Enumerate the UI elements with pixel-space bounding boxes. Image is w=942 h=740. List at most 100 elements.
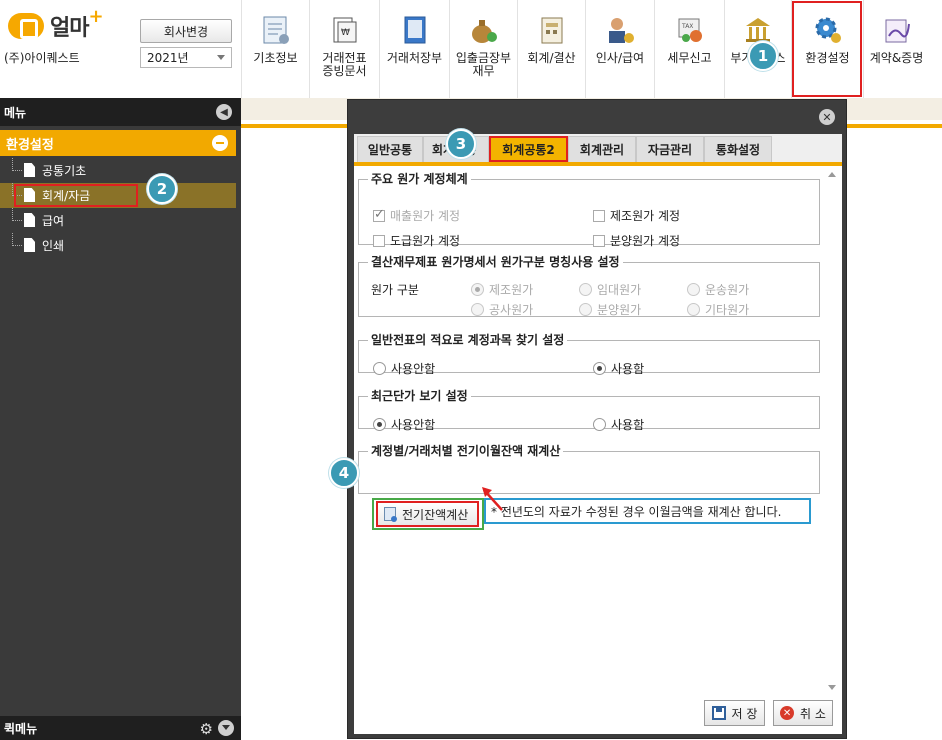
top-menu-label: 기초정보 — [253, 51, 298, 65]
tree-line — [12, 233, 22, 246]
tree-line — [12, 158, 22, 171]
basic-info-icon — [263, 16, 289, 44]
scroll-up-icon[interactable] — [828, 172, 836, 177]
tab-accounting-management[interactable]: 회계관리 — [568, 136, 636, 162]
tab-fund-management[interactable]: 자금관리 — [636, 136, 704, 162]
radio-circle — [579, 303, 592, 316]
sidebar-item-payroll[interactable]: 급여 — [0, 208, 236, 233]
save-button[interactable]: 저 장 — [704, 700, 765, 726]
top-menu-basic-info[interactable]: 기초정보 — [241, 0, 309, 98]
radio-sale-lot[interactable]: 분양원가 — [579, 301, 641, 318]
checkbox-sale-lot-cost[interactable]: 분양원가 계정 — [593, 232, 680, 249]
sidebar-item-print[interactable]: 인쇄 — [0, 233, 236, 258]
tab-general-common[interactable]: 일반공통 — [357, 136, 423, 162]
highlight-box — [14, 184, 138, 207]
change-company-button[interactable]: 회사변경 — [140, 19, 232, 43]
top-menu-label: 거래전표 증빙문서 — [322, 51, 367, 78]
group-title: 일반전표의 적요로 계정과목 찾기 설정 — [371, 333, 565, 347]
prior-balance-calc-button[interactable]: 전기잔액계산 — [376, 501, 479, 527]
collapse-sidebar-icon[interactable]: ◀ — [216, 104, 232, 120]
radio-label: 임대원가 — [597, 283, 642, 297]
step-badge-2: 2 — [147, 174, 177, 204]
quick-menu-bar[interactable]: 퀵메뉴 ⚙ — [0, 716, 241, 740]
checkbox-box — [593, 209, 605, 222]
radio-transport[interactable]: 운송원가 — [687, 281, 749, 298]
radio-circle — [579, 283, 592, 296]
top-menu-label: 환경설정 — [805, 51, 850, 65]
summary-search-group: 일반전표의 적요로 계정과목 찾기 설정 사용안함 사용함 — [358, 333, 820, 376]
accounting-icon — [541, 17, 562, 44]
voucher-icon: ₩ — [333, 17, 356, 43]
radio-manufacturing[interactable]: 제조원가 — [471, 281, 533, 298]
top-menu-hr[interactable]: 인사/급여 — [585, 0, 654, 98]
quick-menu-label: 퀵메뉴 — [4, 721, 38, 736]
radio-construction[interactable]: 공사원가 — [471, 301, 533, 318]
collapse-section-icon[interactable] — [212, 135, 228, 151]
document-icon — [24, 163, 35, 177]
settings-dialog: ✕ 일반공통 회계공통 회계공통2 회계관리 자금관리 통화설정 주요 원가 계… — [347, 99, 847, 739]
chevron-down-icon[interactable] — [218, 720, 234, 736]
year-select[interactable]: 2021년 — [140, 47, 232, 68]
radio-label: 분양원가 — [597, 303, 642, 317]
radio-circle — [593, 418, 606, 431]
top-menu-cashbook[interactable]: 입출금장부 재무 — [449, 0, 517, 98]
top-menu-label: 세무신고 — [667, 51, 712, 65]
radio-other[interactable]: 기타원가 — [687, 301, 749, 318]
group-title: 최근단가 보기 설정 — [371, 389, 468, 403]
radio-circle — [687, 303, 700, 316]
hr-icon — [609, 18, 634, 43]
dialog-tabs: 일반공통 회계공통 회계공통2 회계관리 자금관리 통화설정 — [354, 134, 842, 166]
chevron-down-icon — [217, 55, 225, 60]
radio-label: 제조원가 — [489, 283, 534, 297]
sidebar-section-label: 환경설정 — [6, 137, 54, 153]
cancel-button[interactable]: ✕ 취 소 — [773, 700, 833, 726]
radio-recent-not-used[interactable]: 사용안함 — [373, 416, 435, 433]
radio-rental[interactable]: 임대원가 — [579, 281, 641, 298]
top-menu-voucher[interactable]: ₩ 거래전표 증빙문서 — [309, 0, 379, 98]
logo-plus: + — [88, 5, 104, 27]
radio-summary-not-used[interactable]: 사용안함 — [373, 360, 435, 377]
scroll-down-icon[interactable] — [828, 685, 836, 690]
radio-label: 공사원가 — [489, 303, 534, 317]
top-menu-ledger[interactable]: 거래처장부 — [379, 0, 449, 98]
sidebar-item-common[interactable]: 공통기초 — [0, 158, 236, 183]
top-menu-label: 회계/결산 — [527, 51, 576, 65]
top-menu-tax[interactable]: TAX 세무신고 — [654, 0, 724, 98]
radio-circle — [373, 418, 386, 431]
gear-icon[interactable]: ⚙ — [200, 720, 213, 738]
tab-accounting-common-2[interactable]: 회계공통2 — [489, 136, 568, 162]
checkbox-label: 매출원가 계정 — [390, 209, 461, 223]
sidebar: 메뉴 ◀ 환경설정 공통기초 회계/자금 급여 인쇄 퀵메뉴 ⚙ — [0, 98, 241, 740]
checkbox-sales-cost[interactable]: 매출원가 계정 — [373, 207, 460, 224]
top-menu-accounting[interactable]: 회계/결산 — [517, 0, 585, 98]
sidebar-tree: 공통기초 회계/자금 급여 인쇄 — [0, 158, 236, 258]
radio-label: 기타원가 — [705, 303, 750, 317]
checkbox-manufacturing-cost[interactable]: 제조원가 계정 — [593, 207, 680, 224]
tree-line — [12, 208, 22, 221]
svg-text:₩: ₩ — [341, 28, 350, 38]
radio-circle — [471, 303, 484, 316]
radio-recent-used[interactable]: 사용함 — [593, 416, 644, 433]
radio-summary-used[interactable]: 사용함 — [593, 360, 644, 377]
radio-label: 사용함 — [611, 362, 645, 376]
cost-category-label: 원가 구분 — [371, 283, 419, 297]
radio-label: 사용안함 — [391, 418, 436, 432]
checkbox-contract-cost[interactable]: 도급원가 계정 — [373, 232, 460, 249]
sidebar-section-settings[interactable]: 환경설정 — [0, 130, 236, 156]
top-menu-contract[interactable]: 계약&증명 — [863, 0, 929, 98]
money-bag-icon — [471, 20, 497, 43]
radio-circle — [593, 362, 606, 375]
dialog-scrollbar[interactable] — [825, 168, 839, 690]
cancel-icon: ✕ — [780, 706, 795, 720]
sidebar-item-accounting-fund[interactable]: 회계/자금 — [0, 183, 236, 208]
app-logo: 얼마 + — [8, 6, 104, 42]
group-title: 주요 원가 계정체계 — [371, 172, 468, 186]
save-icon — [711, 706, 726, 720]
close-icon[interactable]: ✕ — [819, 109, 835, 125]
top-menu-settings[interactable]: 환경설정 — [791, 0, 863, 98]
tab-currency-settings[interactable]: 통화설정 — [704, 136, 772, 162]
group-title: 계정별/거래처별 전기이월잔액 재계산 — [371, 444, 561, 458]
checkbox-label: 분양원가 계정 — [610, 234, 681, 248]
radio-circle — [471, 283, 484, 296]
step-badge-1: 1 — [748, 41, 778, 71]
